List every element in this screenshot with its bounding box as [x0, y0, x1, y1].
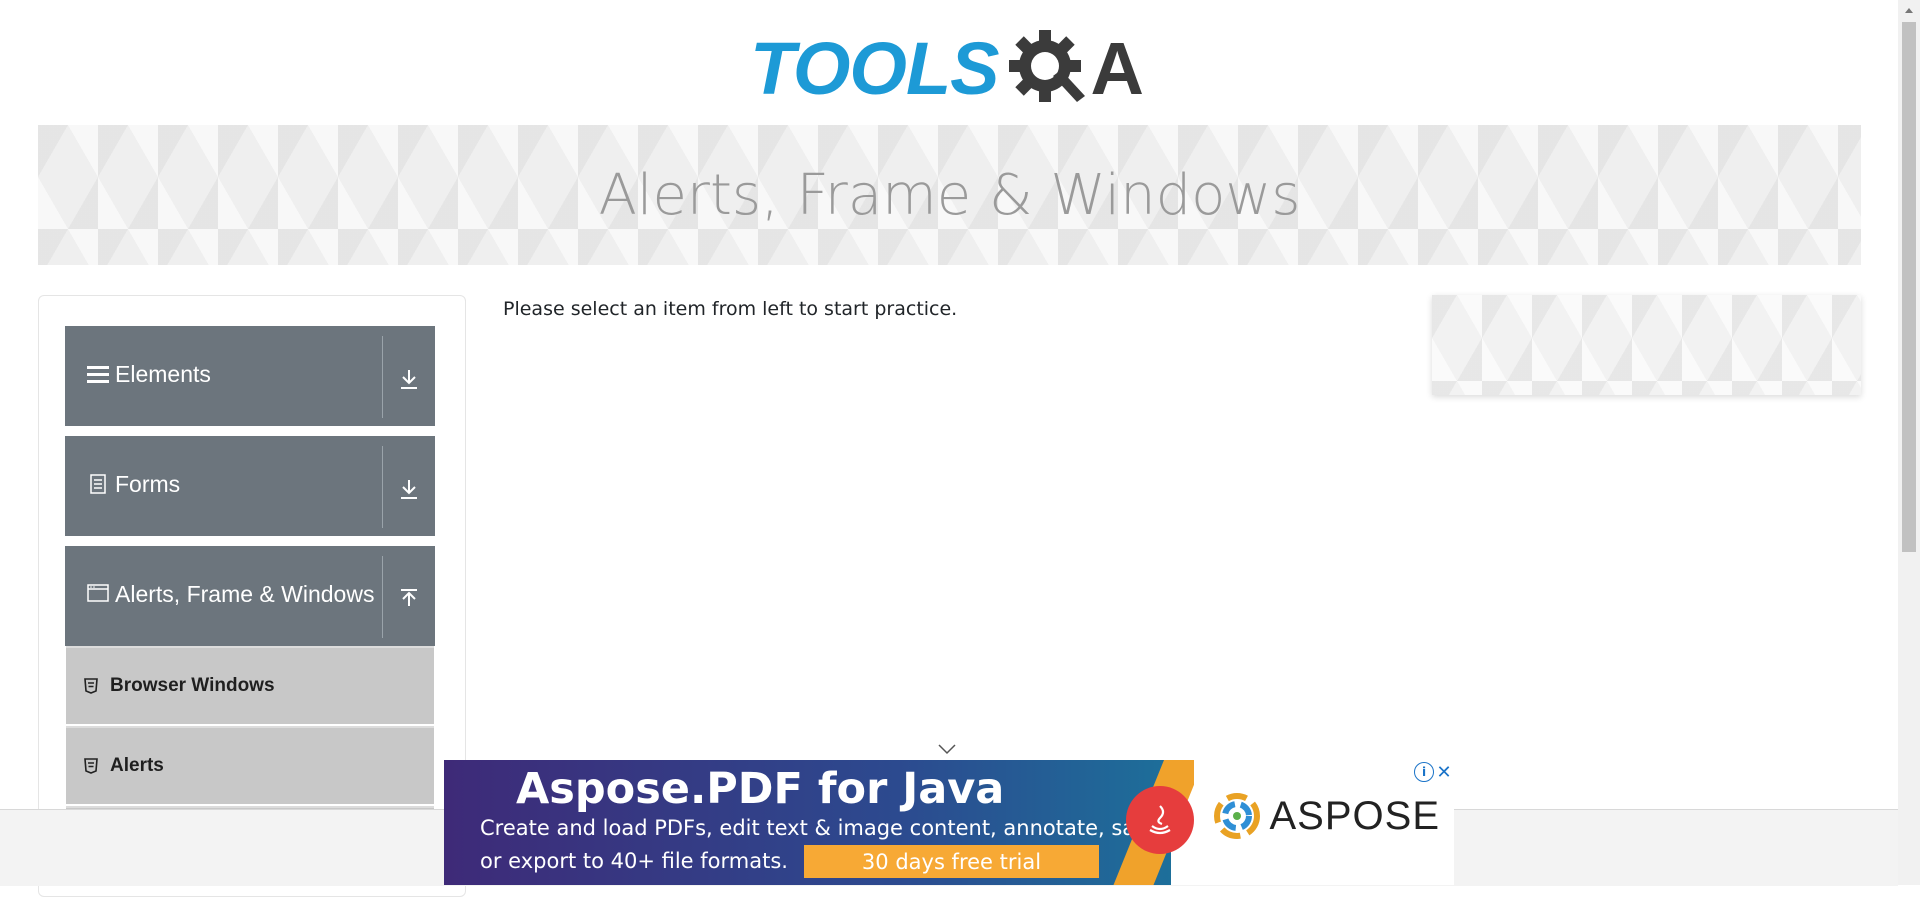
- info-icon[interactable]: i: [1414, 762, 1434, 782]
- ad-description-line-2: or export to 40+ file formats.: [480, 849, 788, 873]
- sidebar-group-label: Elements: [115, 361, 211, 387]
- logo-a-text: A: [1090, 26, 1144, 110]
- sidebar-item-label: Browser Windows: [110, 675, 275, 696]
- close-icon[interactable]: ✕: [1434, 762, 1454, 783]
- header: TOOLS A: [0, 0, 1898, 120]
- upload-icon[interactable]: [383, 546, 435, 646]
- window-icon: [85, 584, 111, 602]
- gear-icon: [1008, 30, 1085, 102]
- page-title: Alerts, Frame & Windows: [598, 162, 1301, 228]
- java-icon: [1126, 786, 1194, 854]
- ad-banner[interactable]: Aspose.PDF for Java Create and load PDFs…: [444, 760, 1454, 885]
- sidebar-group-forms[interactable]: Forms: [65, 436, 435, 536]
- ad-description-line-1: Create and load PDFs, edit text & image …: [480, 816, 1168, 840]
- toolsqa-logo[interactable]: TOOLS A: [750, 18, 1144, 118]
- chevron-down-icon[interactable]: [937, 742, 957, 756]
- html5-icon: [84, 678, 100, 694]
- aspose-logo-icon: [1214, 793, 1261, 839]
- html5-icon: [84, 758, 100, 774]
- sidebar-item-browser-windows[interactable]: Browser Windows: [66, 646, 434, 724]
- menu-icon: [85, 364, 111, 384]
- scrollbar-thumb[interactable]: [1902, 22, 1916, 552]
- ad-cta-button[interactable]: 30 days free trial: [804, 845, 1099, 878]
- instruction-text: Please select an item from left to start…: [503, 298, 958, 320]
- logo-tools-text: TOOLS: [750, 26, 1000, 110]
- side-ad-banner: [1432, 295, 1861, 395]
- document-icon: [85, 474, 111, 494]
- download-icon[interactable]: [383, 326, 435, 426]
- scrollbar[interactable]: [1898, 0, 1920, 885]
- sidebar-item-alerts[interactable]: Alerts: [66, 726, 434, 804]
- ad-title: Aspose.PDF for Java: [516, 764, 1005, 814]
- sidebar-group-alerts-frame-windows[interactable]: Alerts, Frame & Windows: [65, 546, 435, 646]
- ad-brand-name: ASPOSE: [1269, 793, 1440, 838]
- sidebar-group-label: Forms: [115, 471, 181, 497]
- aspose-brand: ASPOSE: [1213, 792, 1440, 840]
- sidebar-item-label: Alerts: [110, 755, 164, 776]
- page-banner: Alerts, Frame & Windows: [38, 125, 1861, 265]
- download-icon[interactable]: [383, 436, 435, 536]
- sidebar-group-label: Alerts, Frame & Windows: [115, 581, 375, 607]
- sidebar: Elements Forms Alerts, Frame & Windows B…: [38, 295, 466, 897]
- scroll-up-arrow-icon[interactable]: [1898, 0, 1920, 20]
- sidebar-group-elements[interactable]: Elements: [65, 326, 435, 426]
